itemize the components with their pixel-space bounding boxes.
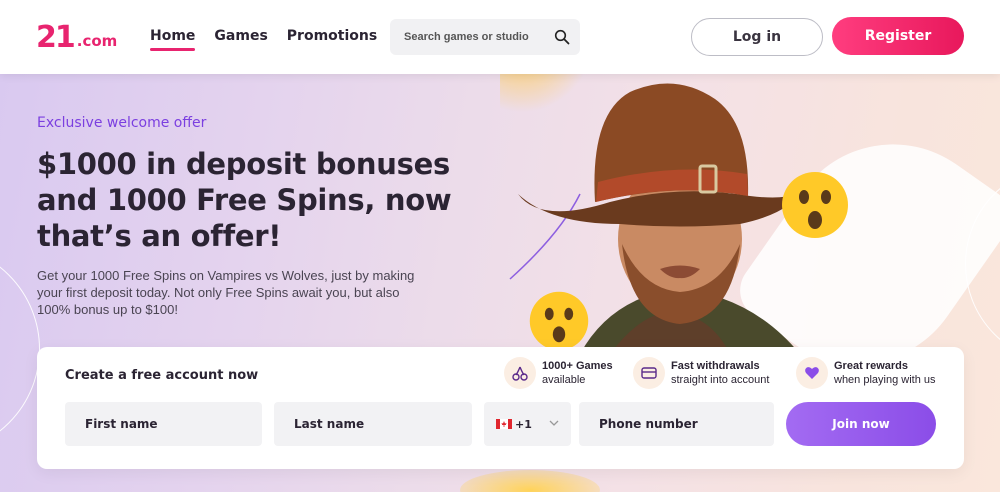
nav-home[interactable]: Home <box>150 28 196 51</box>
phone-number-input[interactable] <box>599 417 774 431</box>
nav-games[interactable]: Games <box>214 28 267 50</box>
surprised-emoji-icon <box>782 172 848 238</box>
surprised-emoji-icon-2 <box>529 291 589 351</box>
signup-title: Create a free account now <box>65 368 259 383</box>
search-box <box>390 19 580 55</box>
search-icon[interactable] <box>554 29 570 45</box>
logo-mark: 21 <box>36 20 76 55</box>
first-name-input[interactable] <box>85 417 262 431</box>
login-button[interactable]: Log in <box>691 18 823 56</box>
feature-rewards-badge <box>796 357 828 389</box>
chevron-down-icon <box>549 420 559 426</box>
last-name-field-wrap <box>274 402 472 446</box>
main-nav: Home Games Promotions <box>150 28 377 51</box>
canada-flag-icon <box>496 419 512 429</box>
join-now-button[interactable]: Join now <box>786 402 936 446</box>
search-input[interactable] <box>404 31 549 43</box>
feature-games-badge <box>504 357 536 389</box>
cherries-icon <box>512 366 528 381</box>
feature-games-subtitle: available <box>542 373 586 386</box>
feature-rewards-title: Great rewards <box>834 359 908 372</box>
site-header: 21 .com Home Games Promotions Log in Reg… <box>0 0 1000 74</box>
site-logo[interactable]: 21 .com <box>36 20 120 56</box>
country-code-value: +1 <box>515 417 532 431</box>
first-name-field-wrap <box>65 402 262 446</box>
feature-withdrawals: Fast withdrawals straight into account <box>633 357 769 389</box>
decor-ring-left <box>0 244 40 454</box>
offer-description: Get your 1000 Free Spins on Vampires vs … <box>37 268 415 317</box>
feature-rewards: Great rewards when playing with us <box>796 357 936 389</box>
country-code-select[interactable]: +1 <box>484 402 571 446</box>
feature-rewards-subtitle: when playing with us <box>834 373 936 386</box>
signup-card: Create a free account now 1000+ Games av… <box>37 347 964 469</box>
feature-games: 1000+ Games available <box>504 357 613 389</box>
offer-headline: $1000 in deposit bonuses and 1000 Free S… <box>37 147 452 253</box>
last-name-input[interactable] <box>294 417 472 431</box>
feature-withdrawals-badge <box>633 357 665 389</box>
heart-icon <box>805 367 819 379</box>
card-icon <box>641 367 657 379</box>
logo-domain: .com <box>76 32 118 50</box>
feature-withdrawals-subtitle: straight into account <box>671 373 770 386</box>
nav-promotions[interactable]: Promotions <box>287 28 377 50</box>
feature-games-title: 1000+ Games <box>542 359 613 372</box>
register-button[interactable]: Register <box>832 17 964 55</box>
offer-eyebrow: Exclusive welcome offer <box>37 115 207 131</box>
phone-field-wrap <box>579 402 774 446</box>
feature-withdrawals-title: Fast withdrawals <box>671 359 760 372</box>
